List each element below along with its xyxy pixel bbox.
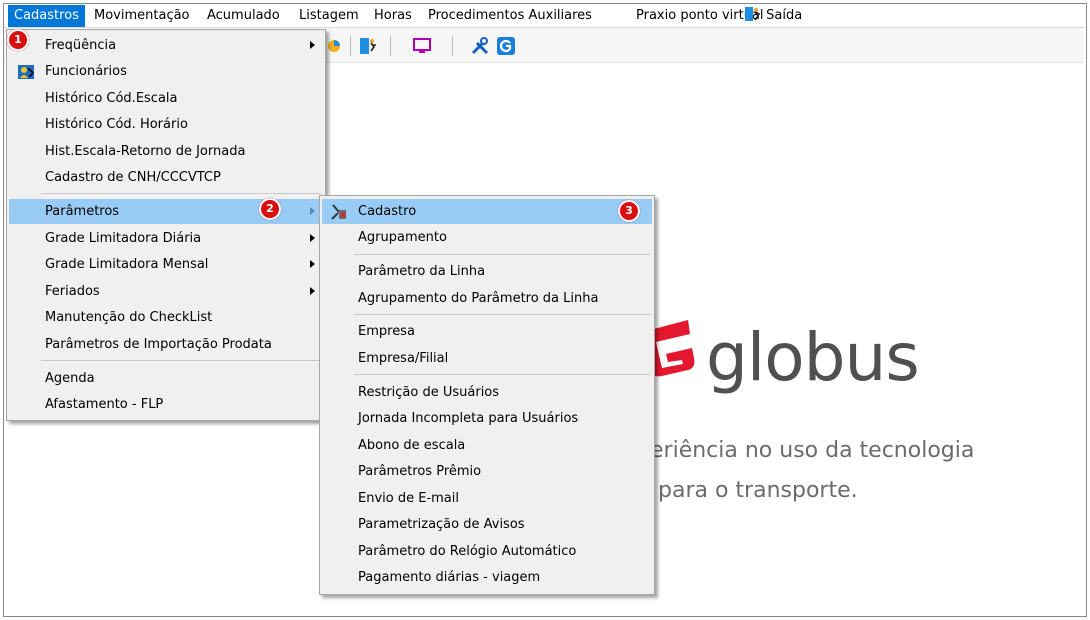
menu-separator [354, 314, 650, 315]
menu-item-empresa[interactable]: Empresa [322, 319, 652, 344]
menu-item-hist-escala-retorno[interactable]: Hist.Escala-Retorno de Jornada [9, 139, 323, 164]
submenu-arrow-icon [310, 234, 315, 242]
submenu-arrow-icon [310, 207, 315, 215]
menu-item-jornada-incompleta[interactable]: Jornada Incompleta para Usuários [322, 406, 652, 431]
toolbar-separator [390, 36, 391, 56]
menu-item-restricao-usuarios[interactable]: Restrição de Usuários [322, 380, 652, 405]
menu-horas[interactable]: Horas [368, 5, 418, 27]
cadastros-menu: Freqüência Funcionários Histórico Cód.Es… [6, 29, 326, 421]
brand-tagline-line2: para o transporte. [658, 478, 858, 503]
menu-item-afastamento-flp[interactable]: Afastamento - FLP [9, 392, 323, 417]
menu-item-abono-escala[interactable]: Abono de escala [322, 433, 652, 458]
exit-label: Saída [766, 8, 803, 23]
menu-item-funcionarios[interactable]: Funcionários [9, 59, 323, 84]
menu-item-parametro-linha[interactable]: Parâmetro da Linha [322, 259, 652, 284]
menu-item-envio-email[interactable]: Envio de E-mail [322, 486, 652, 511]
chart-icon[interactable] [324, 36, 344, 56]
brand-tagline-line1: eriência no uso da tecnologia [650, 438, 975, 463]
menu-item-feriados[interactable]: Feriados [9, 279, 323, 304]
menu-item-manutencao-checklist[interactable]: Manutenção do CheckList [9, 305, 323, 330]
exit-icon [745, 7, 760, 21]
menu-item-grade-limitadora-diaria[interactable]: Grade Limitadora Diária [9, 226, 323, 251]
menu-item-cadastro[interactable]: Cadastro [322, 199, 652, 224]
menu-item-historico-cod-horario[interactable]: Histórico Cód. Horário [9, 112, 323, 137]
menu-item-parametrizacao-avisos[interactable]: Parametrização de Avisos [322, 512, 652, 537]
step-badge-3: 3 [618, 200, 640, 222]
menu-procedimentos-auxiliares[interactable]: Procedimentos Auxiliares [422, 5, 598, 27]
menu-separator [41, 193, 321, 194]
menu-item-empresa-filial[interactable]: Empresa/Filial [322, 346, 652, 371]
menu-saida[interactable]: Saída [740, 5, 808, 27]
menu-item-frequencia[interactable]: Freqüência [9, 33, 323, 58]
menu-item-parametros-premio[interactable]: Parâmetros Prêmio [322, 459, 652, 484]
menu-item-agrupamento[interactable]: Agrupamento [322, 225, 652, 250]
menu-item-agrupamento-parametro-linha[interactable]: Agrupamento do Parâmetro da Linha [322, 286, 652, 311]
menu-item-parametros-importacao-prodata[interactable]: Parâmetros de Importação Prodata [9, 332, 323, 357]
brand-name: globus [706, 319, 920, 396]
employees-icon [18, 65, 35, 79]
menu-bar: Cadastros Movimentação Acumulado Listage… [4, 5, 1084, 28]
menu-item-grade-limitadora-mensal[interactable]: Grade Limitadora Mensal [9, 252, 323, 277]
exit-icon[interactable] [358, 36, 378, 56]
menu-separator [354, 374, 650, 375]
toolbar-separator [452, 36, 453, 56]
settings-tools-icon [331, 204, 346, 220]
monitor-icon[interactable] [412, 36, 432, 56]
menu-listagem[interactable]: Listagem [293, 5, 365, 27]
menu-acumulado[interactable]: Acumulado [201, 5, 286, 27]
menu-movimentacao[interactable]: Movimentação [88, 5, 196, 27]
menu-separator [41, 360, 321, 361]
submenu-arrow-icon [310, 287, 315, 295]
submenu-arrow-icon [310, 41, 315, 49]
menu-item-pagamento-diarias[interactable]: Pagamento diárias - viagem [322, 565, 652, 590]
menu-item-parametro-relogio-automatico[interactable]: Parâmetro do Relógio Automático [322, 539, 652, 564]
globus-app-icon[interactable] [496, 36, 516, 56]
step-badge-2: 2 [259, 198, 281, 220]
menu-cadastros[interactable]: Cadastros [8, 5, 85, 27]
parametros-submenu: Cadastro Agrupamento Parâmetro da Linha … [319, 195, 655, 595]
toolbar-separator [350, 36, 351, 56]
menu-item-agenda[interactable]: Agenda [9, 366, 323, 391]
menu-item-cadastro-cnh[interactable]: Cadastro de CNH/CCCVTCP [9, 165, 323, 190]
tools-icon[interactable] [470, 36, 490, 56]
step-badge-1: 1 [7, 29, 29, 51]
submenu-arrow-icon [310, 260, 315, 268]
menu-separator [354, 254, 650, 255]
menu-item-historico-cod-escala[interactable]: Histórico Cód.Escala [9, 86, 323, 111]
